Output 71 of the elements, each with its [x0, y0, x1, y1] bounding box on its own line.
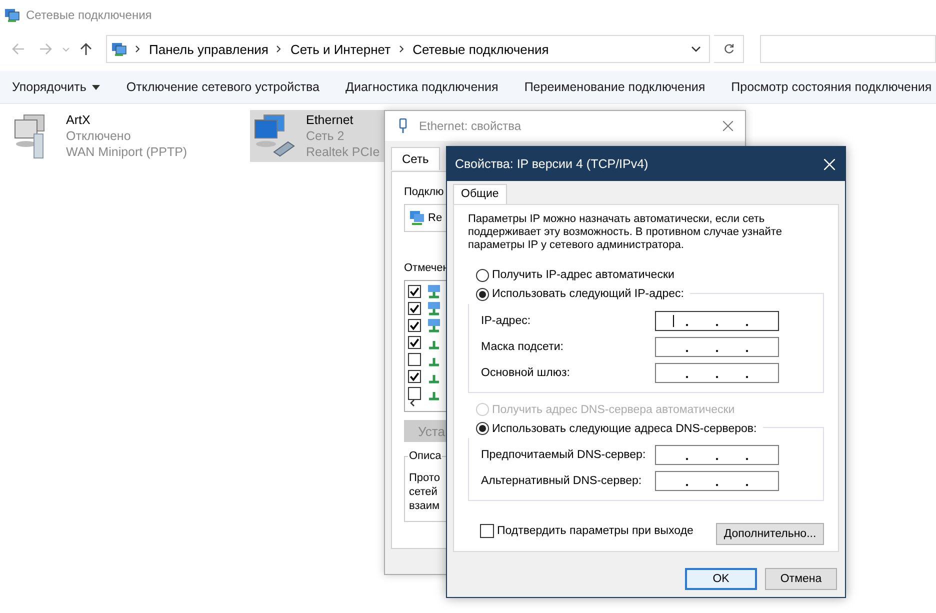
network-icon	[427, 318, 441, 332]
description-text: взаим	[409, 499, 440, 513]
chevron-icon	[135, 45, 141, 53]
description-text: сетей	[409, 485, 438, 499]
field-label: IP-адрес:	[481, 314, 531, 326]
chevron-icon	[276, 45, 282, 53]
network-icon	[427, 302, 441, 316]
refresh-icon	[722, 43, 734, 55]
ip-address-field[interactable]	[655, 471, 779, 491]
network-folder-icon	[111, 41, 127, 57]
ok-button[interactable]: OK	[685, 568, 757, 590]
network-icon	[427, 284, 441, 298]
ip-address-field[interactable]	[655, 445, 779, 465]
checkbox[interactable]	[408, 370, 421, 383]
radio-label: Получить IP-адрес автоматически	[492, 269, 674, 282]
device-name: WAN Miniport (PPTP)	[66, 144, 188, 160]
radio-label: Использовать следующий IP-адрес:	[492, 288, 684, 300]
scroll-left-icon[interactable]	[409, 399, 415, 407]
connection-status: Сеть 2	[306, 128, 346, 144]
field-label: Предпочитаемый DNS-сервер:	[481, 449, 646, 461]
caret-icon	[92, 84, 100, 90]
breadcrumb-item[interactable]: Сеть и Интернет	[290, 42, 391, 56]
connection-name: ArtX	[66, 112, 92, 128]
radio-label: Получить адрес DNS-сервера автоматически	[492, 404, 735, 416]
intro-text: Параметры IP можно назначать автоматически, если сеть поддерживает эту возможность. В противном случае узнайте параметры IP у сетевого администратора.	[468, 213, 783, 252]
ip-address-field[interactable]	[655, 310, 779, 330]
connection-status: Отключено	[66, 128, 132, 144]
connection-item[interactable]: ArtX Отключено WAN Miniport (PPTP)	[10, 110, 210, 162]
adapter-name: Re	[428, 212, 442, 224]
field-label: Подклю	[404, 186, 444, 198]
network-folder-icon	[4, 7, 20, 23]
dialog-title: Свойства: IP версии 4 (TCP/IPv4)	[455, 157, 648, 171]
radio-label: Использовать следующие адреса DNS-серверов:	[492, 422, 757, 435]
field-label: Альтернативный DNS-сервер:	[481, 475, 642, 487]
toolbar-button[interactable]: Упорядочить	[2, 80, 110, 94]
ip-address-field[interactable]	[655, 362, 779, 382]
field-label: Основной шлюз:	[481, 366, 570, 378]
radio-button[interactable]	[476, 422, 489, 436]
checkbox[interactable]	[408, 302, 421, 315]
radio-button[interactable]	[476, 288, 489, 301]
tab[interactable]: Общие	[453, 184, 507, 204]
toolbar-button[interactable]: Переименование подключения	[514, 80, 716, 94]
address-bar[interactable]: Панель управления Сеть и Интернет Сетевые подключения	[106, 35, 710, 63]
breadcrumb-item[interactable]: Сетевые подключения	[412, 42, 549, 56]
breadcrumb-item[interactable]: Панель управления	[149, 42, 268, 56]
radio-button[interactable]	[476, 268, 489, 282]
refresh-button[interactable]	[714, 35, 744, 63]
toolbar-button[interactable]: Просмотр состояния подключения	[721, 80, 936, 94]
field-label: Маска подсети:	[481, 340, 564, 352]
checkbox[interactable]	[408, 319, 421, 332]
chevron-icon	[398, 45, 405, 53]
advanced-button[interactable]: Дополнительно...	[716, 523, 824, 545]
dropdown-icon[interactable]	[691, 46, 701, 52]
toolbar-button[interactable]: Диагностика подключения	[336, 80, 508, 94]
ip-address-field[interactable]	[655, 336, 779, 356]
tab[interactable]: Сеть	[391, 147, 440, 170]
checkbox-label: Подтвердить параметры при выходе	[497, 525, 694, 537]
checkbox[interactable]	[408, 285, 421, 298]
network-icon	[409, 210, 425, 226]
device-name: Realtek PCIe	[306, 144, 380, 160]
up-arrow-icon[interactable]	[79, 42, 93, 56]
toolbar-button[interactable]: Отключение сетевого устройства	[116, 80, 330, 94]
checkbox[interactable]	[408, 336, 421, 349]
connection-name: Ethernet	[306, 112, 354, 128]
description-text: Прото	[409, 471, 440, 485]
search-field[interactable]	[760, 35, 936, 63]
window-title: Сетевые подключения	[26, 8, 152, 22]
checkbox[interactable]	[480, 524, 494, 538]
checkbox[interactable]	[408, 353, 421, 366]
checkbox[interactable]	[408, 387, 421, 400]
cancel-button[interactable]: Отмена	[765, 568, 837, 590]
